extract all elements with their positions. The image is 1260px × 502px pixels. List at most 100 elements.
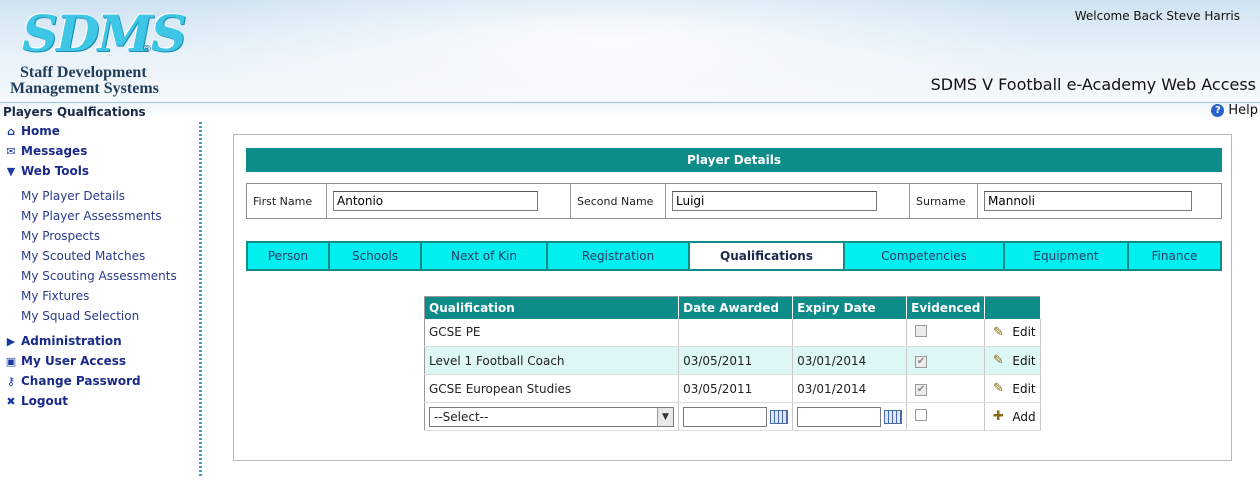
sidebar-item-change-password[interactable]: ⚷ Change Password: [5, 374, 141, 388]
tab-finance[interactable]: Finance: [1129, 243, 1220, 269]
sidebar-item-my-user-access[interactable]: ▣ My User Access: [5, 354, 126, 368]
date-awarded-picker: [683, 406, 789, 427]
page-titlebar: Players Qualfications ? Help: [0, 102, 1260, 120]
add-cell: ✚ Add: [984, 402, 1041, 431]
new-date-awarded-cell: [678, 402, 794, 431]
sidebar-link-my-player-details[interactable]: My Player Details: [21, 189, 125, 203]
table-row: GCSE PE ✎ Edit: [424, 318, 1041, 347]
column-header-evidenced: Evidenced: [906, 296, 986, 319]
sidebar-divider: [199, 122, 202, 478]
welcome-message: Welcome Back Steve Harris: [1074, 9, 1240, 23]
qualification-cell: GCSE PE: [424, 318, 680, 347]
edit-button[interactable]: ✎ Edit: [989, 353, 1036, 369]
sidebar-link-my-squad-selection[interactable]: My Squad Selection: [21, 309, 139, 323]
sidebar-item-home[interactable]: ⌂ Home: [5, 124, 60, 138]
select-value: --Select--: [434, 409, 489, 424]
sidebar-nav: ⌂ Home ✉ Messages ▼ Web Tools My Player …: [0, 122, 204, 480]
surname-label: Surname: [910, 184, 978, 218]
action-cell: ✎ Edit: [984, 346, 1041, 375]
evidenced-checkbox[interactable]: [915, 409, 928, 421]
add-button[interactable]: ✚ Add: [989, 409, 1036, 425]
surname-field[interactable]: [984, 191, 1192, 211]
triangle-down-icon: ▼: [6, 164, 16, 178]
logo-registered-mark: ®: [142, 44, 152, 55]
date-awarded-cell: [678, 318, 794, 347]
sidebar-item-label: My User Access: [21, 354, 126, 368]
calendar-icon[interactable]: [884, 409, 903, 424]
sidebar-item-label: Web Tools: [21, 164, 90, 178]
question-icon: ?: [1211, 104, 1225, 117]
tab-qualifications[interactable]: Qualifications: [690, 243, 845, 269]
key-icon: ⚷: [6, 374, 16, 388]
sidebar-link-my-prospects[interactable]: My Prospects: [21, 229, 100, 243]
action-cell: ✎ Edit: [984, 374, 1041, 403]
edit-label: Edit: [1012, 325, 1036, 340]
second-name-field[interactable]: [672, 191, 877, 211]
sidebar-item-administration[interactable]: ▶ Administration: [5, 334, 122, 348]
table-row: Level 1 Football Coach 03/05/2011 03/01/…: [424, 346, 1041, 375]
logo-line-2: Management Systems: [10, 80, 159, 97]
tab-next-of-kin[interactable]: Next of Kin: [422, 243, 548, 269]
pencil-icon: ✎: [992, 324, 1004, 340]
player-details-row: First Name Second Name Surname: [246, 183, 1222, 219]
qualification-select[interactable]: --Select-- ▼: [429, 406, 674, 427]
player-details-header: Player Details: [246, 148, 1222, 172]
expiry-date-input[interactable]: [797, 406, 882, 427]
sdms-logo: SDMS ® Staff Development Management Syst…: [10, 4, 187, 98]
sidebar-item-web-tools[interactable]: ▼ Web Tools: [5, 164, 89, 178]
column-header-date-awarded: Date Awarded: [678, 296, 794, 319]
edit-label: Edit: [1012, 381, 1036, 396]
sidebar-link-my-player-assessments[interactable]: My Player Assessments: [21, 209, 162, 223]
tab-person[interactable]: Person: [248, 243, 330, 269]
app-title: SDMS V Football e-Academy Web Access: [930, 75, 1256, 94]
edit-button[interactable]: ✎ Edit: [989, 381, 1036, 397]
evidenced-cell: [906, 318, 986, 347]
second-name-label: Second Name: [571, 184, 666, 218]
evidenced-checkbox: ✔: [915, 383, 928, 396]
tab-schools[interactable]: Schools: [330, 243, 422, 269]
house-icon: ⌂: [7, 124, 15, 138]
edit-button[interactable]: ✎ Edit: [989, 324, 1036, 340]
expiry-date-cell: [792, 318, 908, 347]
tab-registration[interactable]: Registration: [548, 243, 690, 269]
expiry-date-picker: [797, 406, 903, 427]
qualification-cell: Level 1 Football Coach: [424, 346, 680, 375]
triangle-right-icon: ▶: [6, 334, 16, 348]
page-title: Players Qualfications: [3, 105, 146, 119]
date-awarded-cell: 03/05/2011: [678, 346, 794, 375]
sidebar-item-messages[interactable]: ✉ Messages: [5, 144, 87, 158]
date-awarded-input[interactable]: [683, 406, 768, 427]
lock-icon: ▣: [5, 354, 17, 368]
header-decoration: [160, 0, 1060, 102]
qualification-cell: GCSE European Studies: [424, 374, 680, 403]
evidenced-checkbox: [915, 324, 928, 337]
sidebar-item-label: Home: [21, 124, 60, 138]
column-header-action: [984, 296, 1041, 319]
column-header-qualification: Qualification: [424, 296, 680, 319]
calendar-icon[interactable]: [770, 409, 789, 424]
sidebar-link-my-fixtures[interactable]: My Fixtures: [21, 289, 89, 303]
action-cell: ✎ Edit: [984, 318, 1041, 347]
help-link[interactable]: ? Help: [1211, 103, 1258, 118]
pencil-icon: ✎: [992, 353, 1004, 368]
tab-competencies[interactable]: Competencies: [845, 243, 1005, 269]
sidebar-item-label: Messages: [21, 144, 88, 158]
pencil-icon: ✎: [992, 381, 1004, 396]
qualification-select-cell: --Select-- ▼: [424, 402, 680, 431]
sidebar-item-logout[interactable]: ✖ Logout: [5, 394, 68, 408]
sidebar-item-label: Change Password: [21, 374, 141, 388]
sidebar-link-my-scouted-matches[interactable]: My Scouted Matches: [21, 249, 145, 263]
chevron-down-icon[interactable]: ▼: [657, 407, 673, 426]
help-label: Help: [1228, 103, 1258, 118]
tab-equipment[interactable]: Equipment: [1005, 243, 1129, 269]
table-row: GCSE European Studies 03/05/2011 03/01/2…: [424, 374, 1041, 403]
logo-mark: SDMS: [22, 4, 187, 63]
sidebar-link-my-scouting-assessments[interactable]: My Scouting Assessments: [21, 269, 177, 283]
add-label: Add: [1012, 409, 1036, 424]
first-name-label: First Name: [247, 184, 327, 218]
second-name-cell: [666, 184, 910, 218]
first-name-field[interactable]: [333, 191, 538, 211]
main-panel: Player Details First Name Second Name Su…: [233, 134, 1232, 461]
date-awarded-cell: 03/05/2011: [678, 374, 794, 403]
new-expiry-date-cell: [792, 402, 908, 431]
